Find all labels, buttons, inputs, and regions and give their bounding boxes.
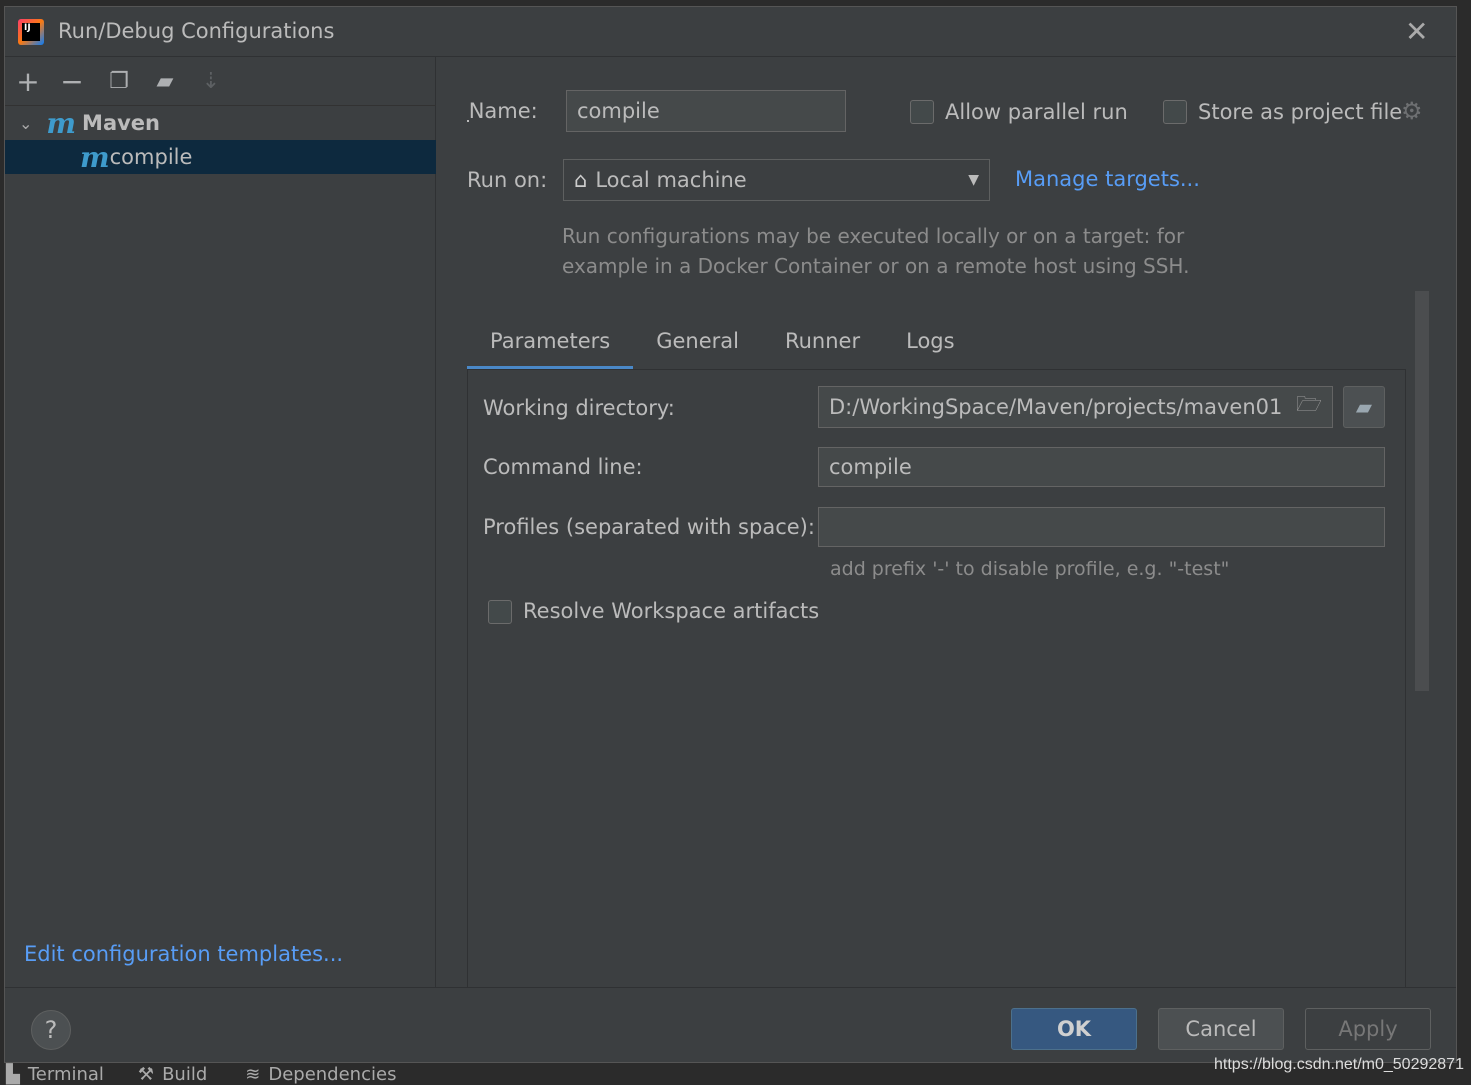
build-tab[interactable]: Build (162, 1064, 207, 1085)
run-on-label: Run on: (467, 168, 548, 192)
watermark: https://blog.csdn.net/m0_50292871 (1214, 1056, 1464, 1073)
name-label: NName: (467, 99, 538, 123)
tab-runner[interactable]: Runner (762, 325, 883, 370)
new-folder-icon[interactable]: ▰ (151, 67, 179, 95)
build-icon: ⚒ (137, 1064, 155, 1085)
title-bar: IJ Run/Debug Configurations ✕ (5, 7, 1456, 57)
status-bar: ▙ Terminal ⚒ Build ≋ Dependencies (0, 1064, 396, 1085)
chevron-down-icon[interactable]: ⌄ (19, 114, 32, 133)
profiles-label: Profiles (separated with space): (483, 515, 815, 539)
remove-icon[interactable]: − (58, 65, 86, 98)
command-line-label: Command line: (483, 455, 643, 479)
terminal-tab[interactable]: Terminal (28, 1064, 104, 1085)
tree-group-maven[interactable]: ⌄ m Maven (5, 106, 436, 140)
profiles-hint: add prefix '-' to disable profile, e.g. … (830, 558, 1230, 580)
sort-icon[interactable]: ⇣ (197, 67, 225, 95)
edit-templates-link[interactable]: Edit configuration templates... (24, 942, 343, 966)
run-on-hint: Run configurations may be executed local… (562, 224, 1190, 278)
allow-parallel-label: Allow parallel run (945, 100, 1128, 124)
run-on-select[interactable]: ⌂ Local machine ▼ (563, 159, 990, 201)
working-directory-input[interactable]: D:/WorkingSpace/Maven/projects/maven01 🗁 (818, 386, 1333, 428)
resolve-workspace-label: Resolve Workspace artifacts (523, 599, 820, 623)
manage-targets-link[interactable]: Manage targets... (1015, 167, 1200, 191)
gear-icon[interactable]: ⚙ (1401, 97, 1423, 125)
folder-icon: ▰ (1355, 395, 1373, 419)
store-project-checkbox[interactable] (1163, 100, 1187, 124)
tabs: Parameters General Runner Logs (467, 325, 978, 370)
intellij-logo-icon: IJ (18, 19, 44, 45)
store-project-label: Store as project file (1198, 100, 1403, 124)
cancel-button[interactable]: Cancel (1158, 1008, 1284, 1050)
home-icon: ⌂ (574, 168, 588, 192)
dependencies-tab[interactable]: Dependencies (268, 1064, 396, 1085)
close-icon[interactable]: ✕ (1405, 15, 1428, 48)
tree-item-label: compile (109, 145, 193, 169)
maven-icon: m (46, 106, 77, 140)
scrollbar[interactable] (1415, 291, 1429, 691)
tree-group-label: Maven (82, 111, 160, 135)
tab-logs[interactable]: Logs (883, 325, 977, 370)
working-directory-label: Working directory: (483, 396, 675, 420)
name-input[interactable]: compile (566, 90, 846, 132)
tree-item-compile[interactable]: m compile (5, 140, 436, 174)
config-tree-panel: + − ❐ ▰ ⇣ ⌄ m Maven m compile Edit confi… (5, 57, 436, 987)
chevron-down-icon: ▼ (968, 172, 979, 188)
dependencies-icon: ≋ (245, 1064, 261, 1085)
browse-module-button[interactable]: ▰ (1343, 386, 1385, 428)
folder-open-icon[interactable]: 🗁 (1296, 390, 1322, 425)
terminal-icon: ▙ (6, 1064, 20, 1085)
add-icon[interactable]: + (14, 65, 42, 98)
allow-parallel-checkbox[interactable] (910, 100, 934, 124)
copy-icon[interactable]: ❐ (105, 67, 133, 95)
dialog-title: Run/Debug Configurations (58, 19, 335, 43)
tab-parameters[interactable]: Parameters (467, 325, 634, 370)
ok-button[interactable]: OK (1011, 1008, 1137, 1050)
run-on-value: Local machine (595, 168, 747, 192)
profiles-input[interactable] (818, 507, 1385, 547)
tab-general[interactable]: General (633, 325, 762, 370)
maven-icon: m (80, 140, 110, 174)
apply-button[interactable]: Apply (1305, 1008, 1431, 1050)
working-directory-value: D:/WorkingSpace/Maven/projects/maven01 (829, 395, 1283, 419)
help-button[interactable]: ? (31, 1010, 71, 1050)
run-debug-dialog: IJ Run/Debug Configurations ✕ + − ❐ ▰ ⇣ … (4, 6, 1457, 1063)
resolve-workspace-checkbox[interactable] (488, 600, 512, 624)
name-label-text: Name: (468, 99, 538, 123)
command-line-input[interactable]: compile (818, 447, 1385, 487)
parameters-panel: Working directory: D:/WorkingSpace/Maven… (467, 369, 1406, 987)
